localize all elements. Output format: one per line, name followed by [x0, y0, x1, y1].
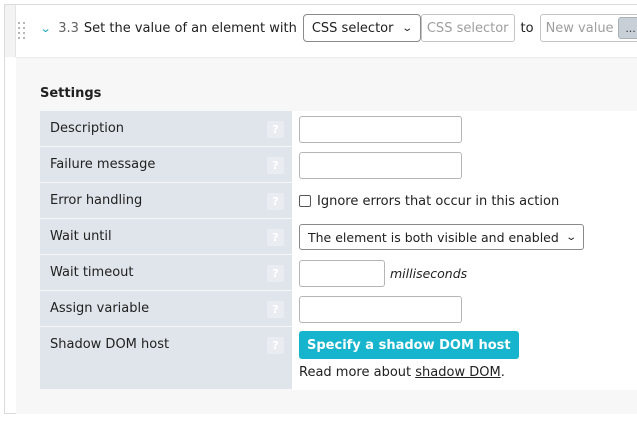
row-label-cell: Wait timeout ? [40, 255, 292, 291]
row-value-cell [292, 147, 637, 183]
settings-grid: Description ? Failure message ? Error ha… [40, 111, 637, 390]
row-label-cell: Description ? [40, 111, 292, 147]
row-label-cell: Failure message ? [40, 147, 292, 183]
chevron-down-icon[interactable]: ⌄ [40, 22, 52, 35]
selector-input[interactable]: CSS selector [420, 14, 515, 42]
row-label-cell: Error handling ? [40, 183, 292, 219]
new-value-input[interactable]: New value ... [539, 14, 637, 42]
drag-grip-icon[interactable] [18, 22, 28, 42]
row-value-cell [292, 291, 637, 327]
read-more-suffix: . [500, 365, 505, 380]
more-options-button[interactable]: ... [617, 17, 637, 39]
help-icon[interactable]: ? [267, 337, 284, 354]
selector-type-select[interactable]: CSS selector ⌄ [302, 14, 421, 42]
row-value-cell: milliseconds [292, 255, 637, 291]
drag-handle[interactable] [5, 5, 16, 57]
settings-row-wait-until: Wait until ? The element is both visible… [40, 219, 637, 255]
timeout-unit-label: milliseconds [390, 265, 468, 281]
ignore-errors-checkbox[interactable] [299, 195, 311, 207]
help-icon[interactable]: ? [267, 301, 284, 318]
to-label: to [520, 20, 534, 36]
step-number: 3.3 [58, 20, 79, 36]
row-label-cell: Wait until ? [40, 219, 292, 255]
row-label: Shadow DOM host [50, 337, 170, 352]
read-more-prefix: Read more about [299, 365, 412, 380]
settings-row-assign-variable: Assign variable ? [40, 291, 637, 327]
settings-heading: Settings [40, 86, 102, 101]
settings-row-failure-message: Failure message ? [40, 147, 637, 183]
chevron-down-icon: ⌄ [401, 22, 414, 34]
ignore-errors-label[interactable]: Ignore errors that occur in this action [317, 194, 559, 209]
row-label: Wait until [50, 229, 112, 244]
row-label: Wait timeout [50, 265, 134, 280]
row-label: Error handling [50, 193, 143, 208]
shadow-dom-link[interactable]: shadow DOM [415, 365, 500, 380]
help-icon[interactable]: ? [267, 157, 284, 174]
settings-row-wait-timeout: Wait timeout ? milliseconds [40, 255, 637, 291]
row-label-cell: Assign variable ? [40, 291, 292, 327]
settings-row-description: Description ? [40, 111, 637, 147]
step-title: Set the value of an element with [83, 20, 297, 36]
step-card: ⌄ 3.3 Set the value of an element with C… [4, 4, 637, 414]
help-icon[interactable]: ? [267, 229, 284, 246]
chevron-down-icon: ⌄ [565, 231, 577, 243]
selector-placeholder: CSS selector [426, 20, 509, 36]
help-icon[interactable]: ? [267, 193, 284, 210]
row-label: Description [50, 121, 125, 136]
step-header: ⌄ 3.3 Set the value of an element with C… [40, 13, 637, 43]
row-label: Failure message [50, 157, 156, 172]
wait-until-select[interactable]: The element is both visible and enabled … [299, 224, 585, 250]
read-more-text: Read more about shadow DOM. [299, 365, 637, 380]
selector-type-value: CSS selector [311, 20, 394, 36]
row-value-cell: Ignore errors that occur in this action [292, 183, 637, 219]
failure-message-input[interactable] [299, 151, 462, 179]
row-label-cell: Shadow DOM host ? [40, 327, 292, 390]
row-value-cell [292, 111, 637, 147]
help-icon[interactable]: ? [267, 121, 284, 138]
settings-row-shadow-dom-host: Shadow DOM host ? Specify a shadow DOM h… [40, 327, 637, 390]
settings-row-error-handling: Error handling ? Ignore errors that occu… [40, 183, 637, 219]
wait-until-value: The element is both visible and enabled [308, 229, 559, 245]
settings-panel: Settings Description ? Failure message ? [16, 57, 637, 414]
specify-shadow-dom-host-button[interactable]: Specify a shadow DOM host [299, 331, 519, 359]
row-value-cell: The element is both visible and enabled … [292, 219, 637, 255]
new-value-placeholder: New value [545, 20, 614, 36]
help-icon[interactable]: ? [267, 265, 284, 282]
description-input[interactable] [299, 115, 462, 143]
row-value-cell: Specify a shadow DOM host Read more abou… [292, 327, 637, 390]
wait-timeout-input[interactable] [299, 259, 385, 287]
assign-variable-input[interactable] [299, 295, 462, 323]
row-label: Assign variable [50, 301, 150, 316]
